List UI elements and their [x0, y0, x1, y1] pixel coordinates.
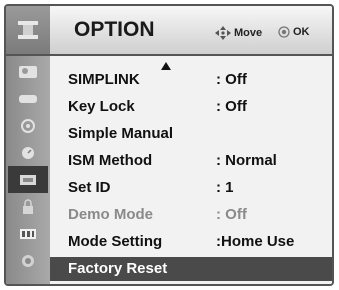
picture-icon[interactable]: [8, 58, 48, 85]
ok-hint-label: OK: [293, 26, 310, 38]
ok-hint: OK: [278, 26, 310, 38]
menu-header: OPTION Move OK: [50, 6, 332, 56]
menu-item-label: Set ID: [68, 179, 111, 196]
menu-item-ism-method[interactable]: ISM Method : Normal: [50, 149, 332, 173]
menu-item-value: : Normal: [216, 152, 277, 169]
menu-item-mode-setting[interactable]: Mode Setting :Home Use: [50, 230, 332, 254]
menu-item-simplink[interactable]: SIMPLINK : Off: [50, 68, 332, 92]
menu-item-label: Simple Manual: [68, 125, 174, 142]
move-arrows-icon: [215, 26, 231, 40]
move-hint: Move: [215, 26, 262, 40]
move-hint-label: Move: [234, 27, 263, 39]
menu-item-label: SIMPLINK: [68, 71, 140, 88]
menu-item-label: ISM Method: [68, 152, 153, 169]
input-icon[interactable]: [8, 220, 48, 247]
menu-item-set-id[interactable]: Set ID : 1: [50, 176, 332, 200]
lock-icon[interactable]: [8, 193, 48, 220]
menu-item-value: : Off: [216, 71, 247, 88]
ok-button-icon: [278, 26, 290, 38]
menu-item-simple-manual[interactable]: Simple Manual: [50, 122, 332, 146]
menu-title: OPTION: [74, 18, 155, 41]
option-list: SIMPLINK : Off Key Lock : Off Simple Man…: [50, 56, 332, 284]
audio-icon[interactable]: [8, 85, 48, 112]
menu-item-demo-mode: Demo Mode : Off: [50, 203, 332, 227]
menu-item-label: Factory Reset: [68, 260, 168, 277]
usb-icon[interactable]: [8, 247, 48, 274]
option-menu-window: OPTION Move OK SIMPLINK : Off Key Lock:…: [4, 4, 334, 286]
menu-item-value: : Off: [216, 98, 247, 115]
option-icon[interactable]: [8, 166, 48, 193]
menu-item-label: Key Lock: [68, 98, 135, 115]
menu-item-key-lock[interactable]: Key Lock : Off: [50, 95, 332, 119]
menu-item-factory-reset[interactable]: Factory Reset: [50, 257, 332, 281]
menu-item-value: : 1: [216, 179, 234, 196]
menu-item-label: Demo Mode: [68, 206, 154, 223]
time-icon[interactable]: [8, 112, 48, 139]
menu-item-value: :Home Use: [216, 233, 295, 250]
menu-item-value: : Off: [216, 206, 247, 223]
menu-item-label: Mode Setting: [68, 233, 163, 250]
setup-icon[interactable]: [8, 139, 48, 166]
category-sidebar: [6, 6, 50, 284]
menu-category-icon: [6, 6, 50, 56]
